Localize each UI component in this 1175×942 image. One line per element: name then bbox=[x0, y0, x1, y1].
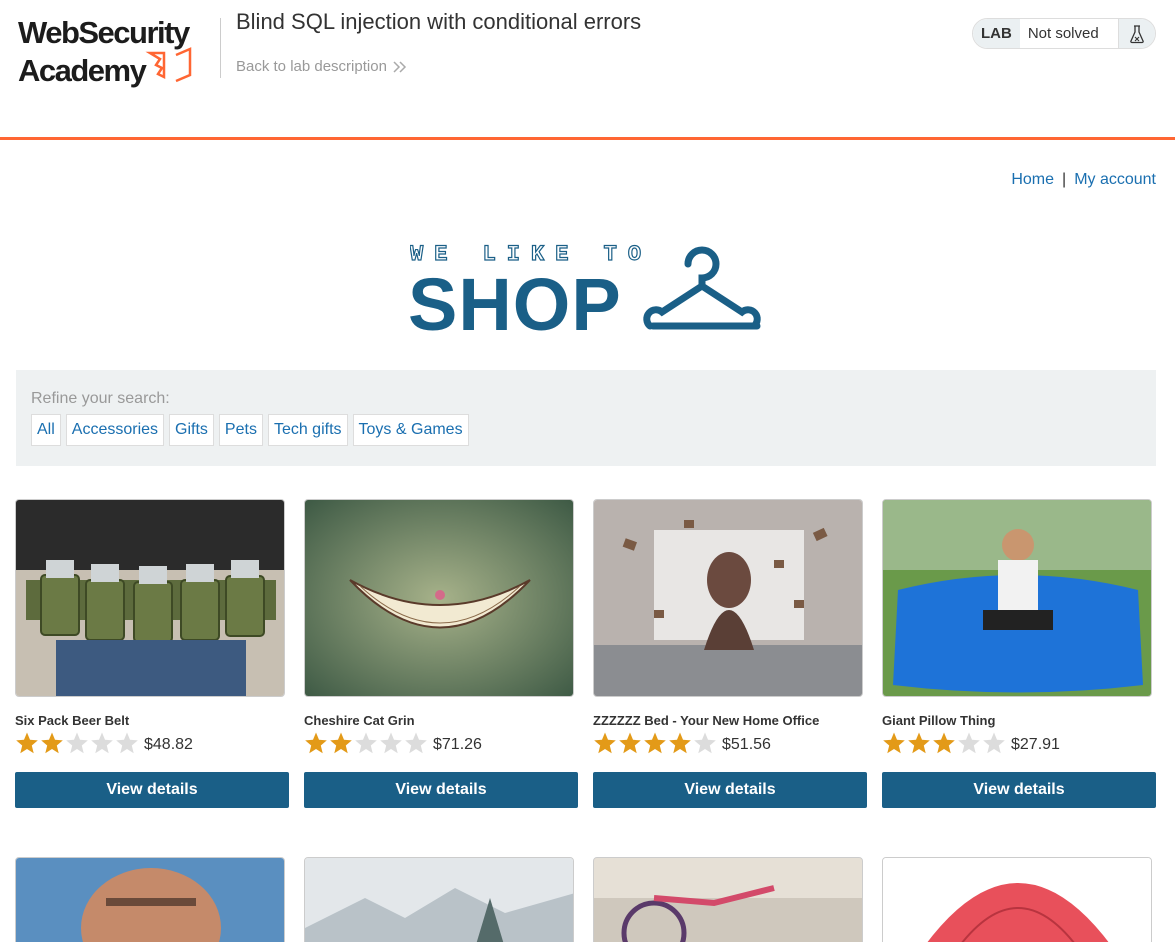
product-image-partial[interactable] bbox=[304, 857, 574, 942]
filter-all[interactable]: All bbox=[31, 414, 61, 446]
star-empty-icon bbox=[91, 732, 113, 754]
home-link[interactable]: Home bbox=[1011, 171, 1054, 188]
star-empty-icon bbox=[694, 732, 716, 754]
star-filled-icon bbox=[644, 732, 666, 754]
product-image-partial[interactable] bbox=[882, 857, 1152, 942]
svg-text:Academy: Academy bbox=[18, 53, 148, 88]
lab-status-text: Not solved bbox=[1020, 19, 1119, 48]
web-security-academy-logo[interactable]: WebSecurity Academy bbox=[18, 15, 218, 90]
product-name: Giant Pillow Thing bbox=[882, 713, 996, 728]
view-details-button[interactable]: View details bbox=[882, 772, 1156, 808]
star-empty-icon bbox=[355, 732, 377, 754]
star-filled-icon bbox=[594, 732, 616, 754]
star-filled-icon bbox=[619, 732, 641, 754]
back-to-lab-description-link[interactable]: Back to lab description bbox=[236, 58, 407, 75]
star-filled-icon bbox=[305, 732, 327, 754]
product-image-partial[interactable] bbox=[593, 857, 863, 942]
star-filled-icon bbox=[330, 732, 352, 754]
star-empty-icon bbox=[958, 732, 980, 754]
filter-accessories[interactable]: Accessories bbox=[65, 414, 165, 446]
product-rating: $51.56 bbox=[593, 731, 771, 755]
nav-separator: | bbox=[1062, 171, 1067, 188]
svg-text:WebSecurity: WebSecurity bbox=[18, 15, 191, 50]
lab-badge: LAB bbox=[973, 19, 1020, 48]
top-navigation: Home | My account bbox=[1011, 171, 1156, 189]
star-filled-icon bbox=[908, 732, 930, 754]
product-price: $51.56 bbox=[722, 736, 771, 753]
search-filter-panel: Refine your search: All Accessories Gift… bbox=[16, 370, 1156, 466]
product-image-zzzzzz-bed[interactable] bbox=[593, 499, 863, 697]
filter-toys-and-games[interactable]: Toys & Games bbox=[352, 414, 469, 446]
filter-tech-gifts[interactable]: Tech gifts bbox=[267, 414, 348, 446]
product-rating: $27.91 bbox=[882, 731, 1060, 755]
filter-label: Refine your search: bbox=[31, 390, 170, 407]
product-price: $48.82 bbox=[144, 736, 193, 753]
product-price: $27.91 bbox=[1011, 736, 1060, 753]
product-name: Six Pack Beer Belt bbox=[15, 713, 130, 728]
product-image-cheshire-cat-grin[interactable] bbox=[304, 499, 574, 697]
product-price: $71.26 bbox=[433, 736, 482, 753]
my-account-link[interactable]: My account bbox=[1074, 171, 1156, 188]
category-filter-list: All Accessories Gifts Pets Tech gifts To… bbox=[31, 414, 469, 446]
filter-gifts[interactable]: Gifts bbox=[169, 414, 214, 446]
product-image-giant-pillow[interactable] bbox=[882, 499, 1152, 697]
star-filled-icon bbox=[41, 732, 63, 754]
view-details-button[interactable]: View details bbox=[15, 772, 289, 808]
star-filled-icon bbox=[669, 732, 691, 754]
view-details-button[interactable]: View details bbox=[593, 772, 867, 808]
product-rating: $48.82 bbox=[15, 731, 193, 755]
product-image-beer-belt[interactable] bbox=[15, 499, 285, 697]
hanger-icon bbox=[643, 246, 761, 330]
product-image-partial[interactable] bbox=[15, 857, 285, 942]
academy-header: WebSecurity Academy Blind SQL injection … bbox=[0, 0, 1175, 140]
star-filled-icon bbox=[16, 732, 38, 754]
double-chevron-right-icon bbox=[393, 60, 406, 73]
we-like-to-shop-banner: WE LIKE TO SHOP bbox=[410, 242, 761, 334]
product-name: ZZZZZZ Bed - Your New Home Office bbox=[593, 713, 820, 728]
star-filled-icon bbox=[883, 732, 905, 754]
product-rating: $71.26 bbox=[304, 731, 482, 755]
star-empty-icon bbox=[380, 732, 402, 754]
lab-status-widget: LAB Not solved bbox=[972, 18, 1156, 49]
svg-text:SHOP: SHOP bbox=[410, 263, 622, 334]
lab-title: Blind SQL injection with conditional err… bbox=[236, 9, 642, 34]
star-empty-icon bbox=[66, 732, 88, 754]
flask-icon bbox=[1119, 19, 1155, 48]
logo-divider bbox=[220, 18, 221, 78]
back-link-label: Back to lab description bbox=[236, 58, 387, 75]
product-name: Cheshire Cat Grin bbox=[304, 713, 415, 728]
star-filled-icon bbox=[933, 732, 955, 754]
view-details-button[interactable]: View details bbox=[304, 772, 578, 808]
star-empty-icon bbox=[116, 732, 138, 754]
star-empty-icon bbox=[405, 732, 427, 754]
star-empty-icon bbox=[983, 732, 1005, 754]
filter-pets[interactable]: Pets bbox=[218, 414, 263, 446]
